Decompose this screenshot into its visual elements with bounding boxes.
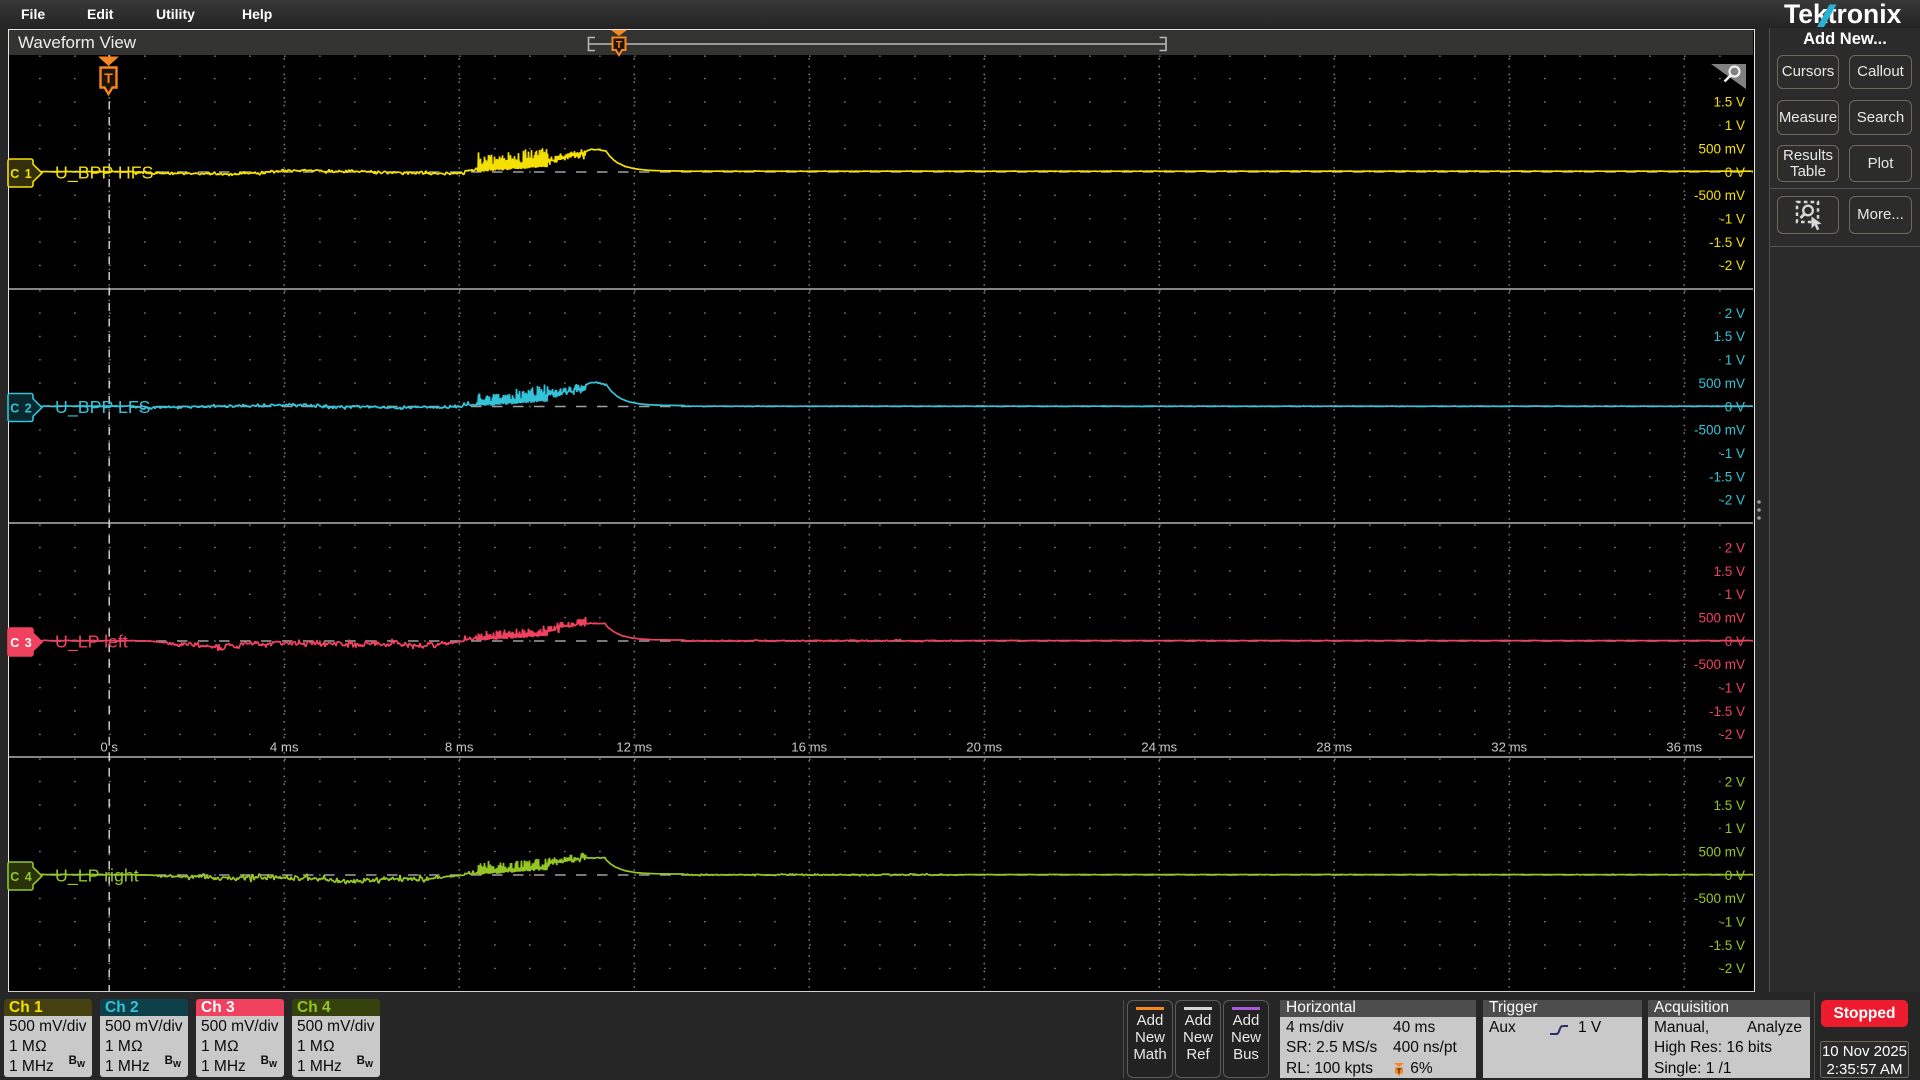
svg-text:1.5 V: 1.5 V [1713,798,1745,813]
svg-text:-2 V: -2 V [1720,258,1745,273]
svg-text:C 1: C 1 [10,167,32,181]
svg-text:C 4: C 4 [10,870,32,884]
svg-text:U_LP left: U_LP left [55,631,128,652]
svg-text:-1 V: -1 V [1720,681,1745,696]
svg-text:24 ms: 24 ms [1141,740,1177,755]
svg-text:500 mV: 500 mV [1698,142,1745,157]
svg-text:0 V: 0 V [1725,868,1745,883]
svg-text:500 mV: 500 mV [1698,610,1745,625]
svg-text:36 ms: 36 ms [1666,740,1702,755]
svg-text:T: T [104,70,113,86]
svg-text:1.5 V: 1.5 V [1713,329,1745,344]
svg-text:500 mV: 500 mV [1698,376,1745,391]
svg-text:-1.5 V: -1.5 V [1709,235,1745,250]
svg-text:1 V: 1 V [1725,353,1745,368]
svg-text:12 ms: 12 ms [616,740,652,755]
svg-text:-2 V: -2 V [1720,493,1745,508]
svg-text:C 2: C 2 [10,402,32,416]
svg-text:20 ms: 20 ms [966,740,1002,755]
svg-text:1.5 V: 1.5 V [1713,95,1745,110]
svg-text:32 ms: 32 ms [1491,740,1527,755]
svg-text:-500 mV: -500 mV [1694,891,1745,906]
svg-text:-1.5 V: -1.5 V [1709,938,1745,953]
svg-text:1 V: 1 V [1725,587,1745,602]
svg-text:U_LP right: U_LP right [55,865,139,886]
svg-text:0 V: 0 V [1725,165,1745,180]
svg-text:0 V: 0 V [1725,399,1745,414]
svg-text:2 V: 2 V [1725,306,1745,321]
svg-text:C 3: C 3 [10,636,32,650]
svg-text:2 V: 2 V [1725,540,1745,555]
svg-text:-2 V: -2 V [1720,727,1745,742]
svg-text:-2 V: -2 V [1720,961,1745,976]
svg-text:T: T [616,39,623,51]
svg-text:28 ms: 28 ms [1316,740,1352,755]
svg-text:2 V: 2 V [1725,774,1745,789]
svg-text:1 V: 1 V [1725,118,1745,133]
svg-text:-1.5 V: -1.5 V [1709,469,1745,484]
svg-text:16 ms: 16 ms [791,740,827,755]
svg-text:-1 V: -1 V [1720,446,1745,461]
svg-text:-500 mV: -500 mV [1694,188,1745,203]
svg-text:-1.5 V: -1.5 V [1709,704,1745,719]
svg-text:U_BPP HFS: U_BPP HFS [55,162,154,183]
svg-text:500 mV: 500 mV [1698,844,1745,859]
svg-text:0 V: 0 V [1725,634,1745,649]
svg-text:4 ms: 4 ms [270,740,299,755]
svg-text:8 ms: 8 ms [445,740,474,755]
svg-text:0 s: 0 s [100,740,118,755]
svg-text:1.5 V: 1.5 V [1713,564,1745,579]
svg-text:-1 V: -1 V [1720,212,1745,227]
svg-text:1 V: 1 V [1725,821,1745,836]
svg-text:T: T [1397,1066,1402,1075]
svg-text:-500 mV: -500 mV [1694,657,1745,672]
svg-text:-500 mV: -500 mV [1694,423,1745,438]
svg-text:U_BPP LFS: U_BPP LFS [55,397,151,418]
svg-text:-1 V: -1 V [1720,915,1745,930]
